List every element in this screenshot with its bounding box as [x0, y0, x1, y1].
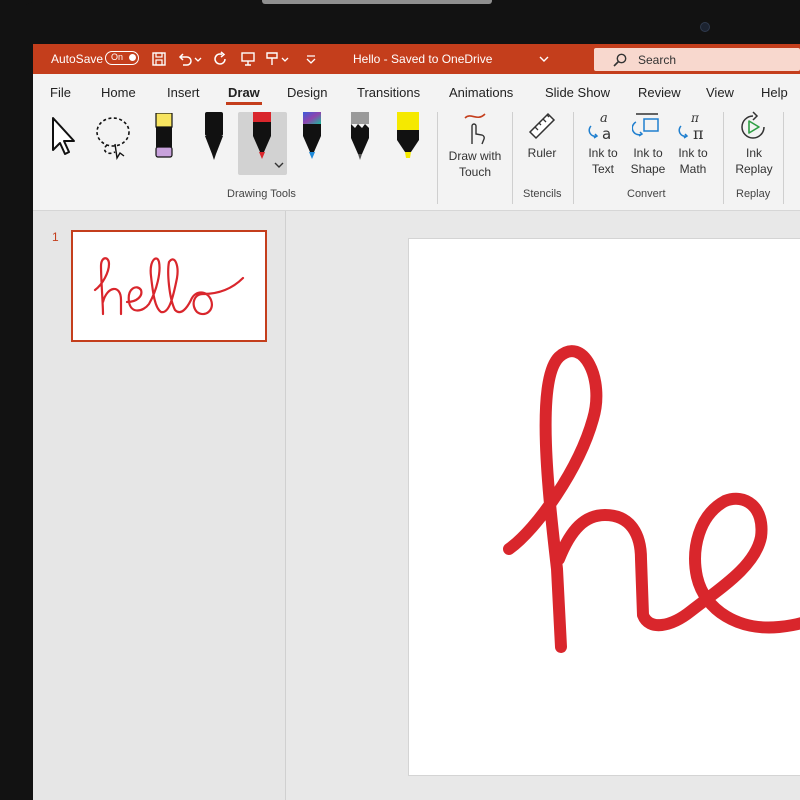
customize-toolbar-icon[interactable] — [303, 51, 319, 67]
ruler-icon[interactable] — [526, 110, 558, 142]
ruler-button[interactable]: Ruler — [517, 145, 567, 161]
separator-2 — [512, 112, 513, 204]
tab-design[interactable]: Design — [287, 85, 327, 100]
title-chevron-icon[interactable] — [538, 51, 550, 67]
undo-icon[interactable] — [177, 51, 193, 67]
slide-number: 1 — [52, 230, 59, 244]
present-icon[interactable] — [240, 51, 256, 67]
tab-slide-show[interactable]: Slide Show — [545, 85, 610, 100]
search-input[interactable]: Search — [638, 53, 676, 67]
chevron-down-icon-2[interactable] — [280, 51, 290, 67]
draw-with-touch-icon[interactable] — [461, 112, 489, 146]
tab-insert[interactable]: Insert — [167, 85, 200, 100]
autosave-toggle[interactable]: On — [105, 51, 139, 65]
ink-to-text-label-1: Ink to — [588, 146, 618, 160]
tab-home[interactable]: Home — [101, 85, 136, 100]
tab-review[interactable]: Review — [638, 85, 681, 100]
svg-text:a: a — [602, 125, 611, 142]
ink-replay-icon[interactable] — [736, 110, 770, 144]
device-top-edge — [262, 0, 492, 4]
ink-to-shape-label-2: Shape — [630, 162, 666, 176]
galaxy-pen-icon[interactable] — [299, 112, 325, 162]
chevron-down-icon[interactable] — [193, 51, 203, 67]
ribbon-tabs: File Home Insert Draw Design Transitions… — [33, 74, 800, 108]
device-bezel-left — [0, 0, 33, 800]
document-title[interactable]: Hello - Saved to OneDrive — [353, 52, 492, 66]
format-painter-icon[interactable] — [264, 51, 280, 67]
device-bezel-top — [0, 0, 800, 44]
lasso-select-icon[interactable] — [93, 114, 135, 160]
tab-transitions[interactable]: Transitions — [357, 85, 420, 100]
ink-to-shape-label-1: Ink to — [633, 146, 663, 160]
separator-5 — [783, 112, 784, 204]
ink-to-math-label-2: Math — [679, 162, 707, 176]
highlighter-icon[interactable] — [394, 112, 422, 162]
separator-4 — [723, 112, 724, 204]
thumbnail-ink-hello — [93, 257, 245, 316]
svg-text:π: π — [690, 111, 700, 125]
draw-with-touch-button[interactable]: Draw with Touch — [442, 148, 508, 180]
slide-canvas[interactable] — [408, 238, 800, 776]
ink-to-text-icon[interactable]: a a — [587, 110, 619, 142]
group-label-convert: Convert — [627, 188, 666, 200]
toggle-knob — [129, 54, 136, 61]
pen-options-chevron-icon[interactable] — [273, 160, 285, 170]
ink-to-shape-button[interactable]: Ink to Shape — [626, 145, 670, 177]
ink-to-math-button[interactable]: Ink to Math — [671, 145, 715, 177]
ink-to-math-label-1: Ink to — [678, 146, 708, 160]
ink-replay-button[interactable]: Ink Replay — [732, 145, 776, 177]
slide-editor — [286, 211, 800, 800]
eraser-icon[interactable] — [151, 113, 177, 161]
autosave-state: On — [111, 52, 124, 62]
black-pen-icon[interactable] — [201, 112, 227, 162]
tab-animations[interactable]: Animations — [449, 85, 513, 100]
save-icon[interactable] — [151, 51, 167, 67]
slide-thumbnail-pane: 1 — [33, 211, 286, 800]
ink-to-shape-icon[interactable] — [632, 110, 664, 142]
svg-text:π: π — [693, 124, 704, 142]
red-pen-icon[interactable] — [249, 112, 275, 162]
tab-help[interactable]: Help — [761, 85, 788, 100]
separator — [437, 112, 438, 204]
ink-to-text-label-2: Text — [591, 162, 614, 176]
group-label-drawing-tools: Drawing Tools — [227, 188, 296, 200]
draw-ribbon: Drawing Tools Draw with Touch Ruler Sten… — [33, 108, 800, 211]
camera-icon — [700, 22, 710, 32]
group-label-stencils: Stencils — [523, 188, 562, 200]
draw-with-touch-label-2: Touch — [458, 165, 492, 179]
slide-ink-hello[interactable] — [409, 239, 800, 775]
select-pointer-icon[interactable] — [49, 116, 81, 160]
tab-view[interactable]: View — [706, 85, 734, 100]
group-label-replay: Replay — [736, 188, 771, 200]
search-icon — [613, 53, 627, 67]
title-bar: AutoSave On Hello - Saved to OneDrive Se… — [33, 44, 800, 74]
pencil-icon[interactable] — [347, 112, 373, 162]
autosave-label: AutoSave — [51, 52, 104, 66]
tab-file[interactable]: File — [50, 85, 71, 100]
ink-replay-label-2: Replay — [735, 162, 773, 176]
tab-draw[interactable]: Draw — [226, 85, 262, 105]
separator-3 — [573, 112, 574, 204]
ink-to-text-button[interactable]: Ink to Text — [581, 145, 625, 177]
redo-icon[interactable] — [213, 51, 229, 67]
search-box[interactable]: Search — [594, 48, 800, 71]
svg-text:a: a — [600, 111, 608, 126]
draw-with-touch-label-1: Draw with — [448, 149, 502, 163]
ink-replay-label-1: Ink — [745, 146, 762, 160]
slide-thumbnail[interactable] — [71, 230, 267, 342]
ink-to-math-icon[interactable]: π π — [677, 110, 709, 142]
